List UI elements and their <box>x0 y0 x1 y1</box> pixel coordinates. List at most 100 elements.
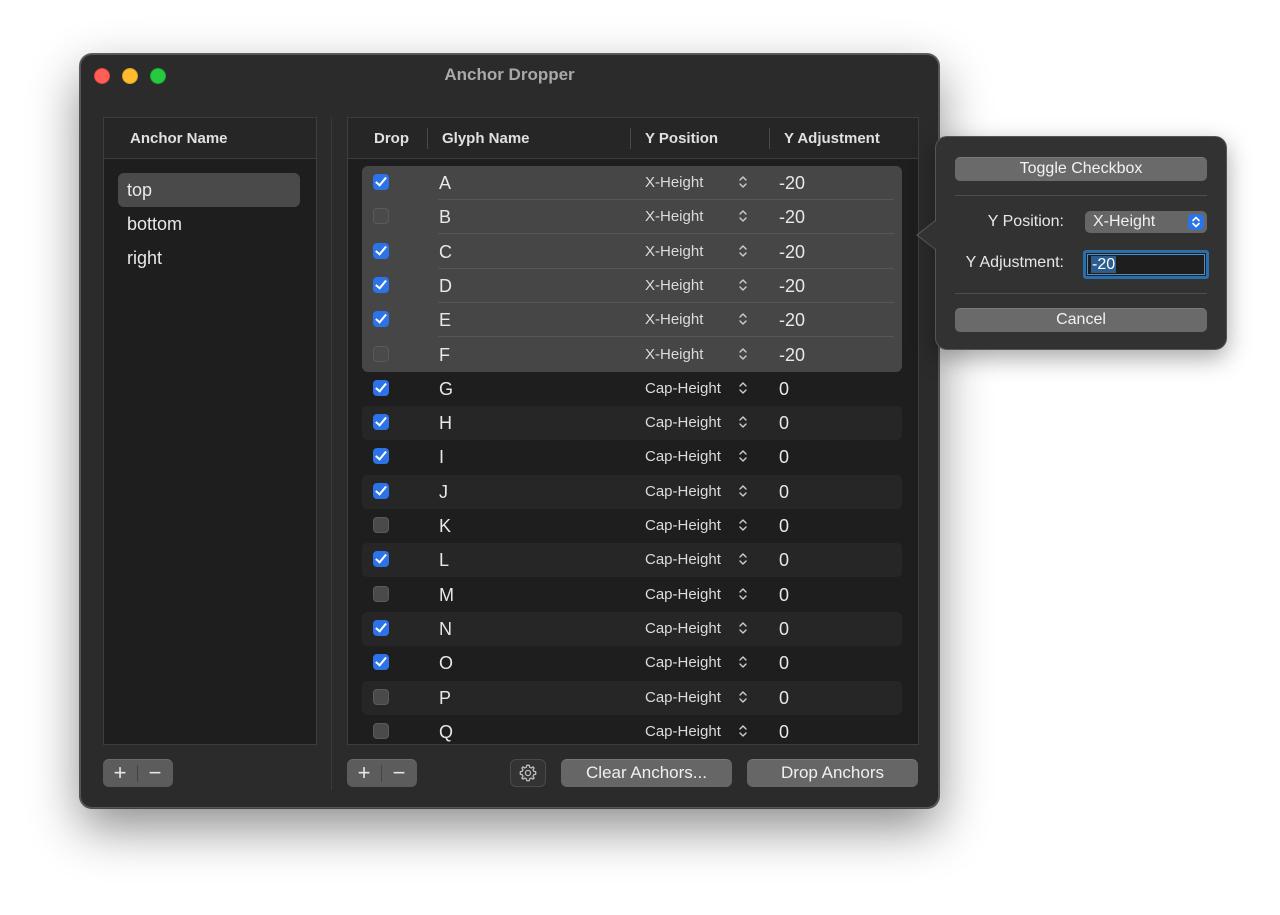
y-position-popup-cell[interactable]: Cap-Height <box>645 380 721 397</box>
up-down-chevron-icon[interactable] <box>738 344 748 364</box>
y-adjustment-cell[interactable]: -20 <box>779 345 805 366</box>
y-adjustment-cell[interactable]: 0 <box>779 653 789 674</box>
drop-checkbox[interactable] <box>373 208 389 225</box>
drop-checkbox[interactable] <box>373 688 389 705</box>
y-position-popup-cell[interactable]: Cap-Height <box>645 551 721 568</box>
y-position-popup-cell[interactable]: X-Height <box>645 277 703 294</box>
y-adjustment-field[interactable]: -20 <box>1083 250 1209 279</box>
y-adjustment-cell[interactable]: 0 <box>779 379 789 400</box>
drop-checkbox[interactable] <box>373 311 389 328</box>
up-down-chevron-icon[interactable] <box>738 515 748 535</box>
up-down-chevron-icon[interactable] <box>738 481 748 501</box>
remove-anchor-button[interactable]: − <box>138 760 172 787</box>
table-row[interactable]: G Cap-Height 0 <box>362 372 902 406</box>
anchor-item-bottom[interactable]: bottom <box>118 207 300 241</box>
y-adjustment-cell[interactable]: 0 <box>779 413 789 434</box>
drop-checkbox[interactable] <box>373 517 389 533</box>
y-position-popup-cell[interactable]: Cap-Height <box>645 448 721 465</box>
drop-checkbox[interactable] <box>373 276 389 293</box>
y-position-popup-cell[interactable]: X-Height <box>645 311 703 328</box>
y-position-popup-cell[interactable]: X-Height <box>645 208 703 225</box>
table-row[interactable]: O Cap-Height 0 <box>362 646 902 680</box>
drop-checkbox[interactable] <box>373 619 389 636</box>
table-row[interactable]: P Cap-Height 0 <box>362 680 902 715</box>
y-position-popup-cell[interactable]: Cap-Height <box>645 586 721 603</box>
up-down-chevron-icon[interactable] <box>738 652 748 672</box>
y-position-popup-cell[interactable]: X-Height <box>645 346 703 363</box>
y-adjustment-cell[interactable]: 0 <box>779 722 789 743</box>
y-position-popup-cell[interactable]: Cap-Height <box>645 517 721 534</box>
drop-checkbox[interactable] <box>373 551 389 568</box>
drop-column-header[interactable]: Drop <box>374 130 409 147</box>
y-adjustment-cell[interactable]: 0 <box>779 516 789 537</box>
column-divider[interactable] <box>630 128 631 149</box>
up-down-chevron-icon[interactable] <box>738 309 748 329</box>
up-down-chevron-icon[interactable] <box>738 721 748 741</box>
y-adjustment-cell[interactable]: -20 <box>779 310 805 331</box>
y-adjustment-cell[interactable]: 0 <box>779 482 789 503</box>
table-row[interactable]: E X-Height -20 <box>362 303 902 338</box>
table-row[interactable]: J Cap-Height 0 <box>362 474 902 509</box>
anchor-item-right[interactable]: right <box>118 241 300 275</box>
drop-checkbox[interactable] <box>373 722 389 739</box>
up-down-chevron-icon[interactable] <box>738 172 748 192</box>
cancel-button[interactable]: Cancel <box>955 308 1207 332</box>
glyph-name-column-header[interactable]: Glyph Name <box>442 130 530 147</box>
y-adjustment-cell[interactable]: 0 <box>779 447 789 468</box>
table-row[interactable]: I Cap-Height 0 <box>362 440 902 474</box>
table-row[interactable]: C X-Height -20 <box>362 235 902 269</box>
anchor-name-column-header[interactable]: Anchor Name <box>130 130 228 147</box>
table-row[interactable]: D X-Height -20 <box>362 269 902 303</box>
remove-glyph-button[interactable]: − <box>382 760 416 787</box>
table-row[interactable]: B X-Height -20 <box>362 200 902 235</box>
drop-checkbox[interactable] <box>373 174 389 190</box>
up-down-chevron-icon[interactable] <box>738 206 748 226</box>
drop-checkbox[interactable] <box>373 345 389 362</box>
drop-anchors-button[interactable]: Drop Anchors <box>747 759 918 787</box>
drop-checkbox[interactable] <box>373 585 389 602</box>
table-row[interactable]: M Cap-Height 0 <box>362 578 902 612</box>
up-down-chevron-icon[interactable] <box>738 378 748 398</box>
up-down-chevron-icon[interactable] <box>738 412 748 432</box>
y-adjustment-column-header[interactable]: Y Adjustment <box>784 130 880 147</box>
y-position-popup-cell[interactable]: X-Height <box>645 243 703 260</box>
y-adjustment-cell[interactable]: -20 <box>779 276 805 297</box>
table-row[interactable]: H Cap-Height 0 <box>362 406 902 441</box>
y-position-popup-cell[interactable]: Cap-Height <box>645 483 721 500</box>
y-position-popup[interactable]: X-Height <box>1085 211 1207 233</box>
drop-checkbox[interactable] <box>373 414 389 431</box>
anchor-item-top[interactable]: top <box>118 173 300 207</box>
table-row[interactable]: L Cap-Height 0 <box>362 543 902 578</box>
drop-checkbox[interactable] <box>373 654 389 671</box>
table-row[interactable]: F X-Height -20 <box>362 338 902 372</box>
column-divider[interactable] <box>427 128 428 149</box>
split-divider[interactable] <box>331 117 332 790</box>
y-adjustment-cell[interactable]: -20 <box>779 242 805 263</box>
y-position-popup-cell[interactable]: Cap-Height <box>645 723 721 740</box>
drop-checkbox[interactable] <box>373 379 389 396</box>
drop-checkbox[interactable] <box>373 242 389 259</box>
y-position-popup-cell[interactable]: Cap-Height <box>645 654 721 671</box>
drop-checkbox[interactable] <box>373 448 389 465</box>
y-position-popup-cell[interactable]: Cap-Height <box>645 620 721 637</box>
up-down-chevron-icon[interactable] <box>738 241 748 261</box>
y-adjustment-cell[interactable]: 0 <box>779 550 789 571</box>
up-down-chevron-icon[interactable] <box>738 687 748 707</box>
up-down-chevron-icon[interactable] <box>738 275 748 295</box>
add-anchor-button[interactable]: + <box>103 760 137 787</box>
toggle-checkbox-button[interactable]: Toggle Checkbox <box>955 157 1207 181</box>
y-position-column-header[interactable]: Y Position <box>645 130 718 147</box>
y-adjustment-cell[interactable]: 0 <box>779 585 789 606</box>
table-row[interactable]: Q Cap-Height 0 <box>362 715 902 744</box>
settings-button[interactable] <box>510 759 546 787</box>
up-down-chevron-icon[interactable] <box>738 446 748 466</box>
up-down-chevron-icon[interactable] <box>738 549 748 569</box>
column-divider[interactable] <box>769 128 770 149</box>
y-position-popup-cell[interactable]: Cap-Height <box>645 414 721 431</box>
drop-checkbox[interactable] <box>373 482 389 499</box>
up-down-chevron-icon[interactable] <box>738 618 748 638</box>
y-position-popup-cell[interactable]: Cap-Height <box>645 689 721 706</box>
y-adjustment-cell[interactable]: -20 <box>779 207 805 228</box>
y-adjustment-cell[interactable]: 0 <box>779 688 789 709</box>
table-row[interactable]: N Cap-Height 0 <box>362 611 902 646</box>
